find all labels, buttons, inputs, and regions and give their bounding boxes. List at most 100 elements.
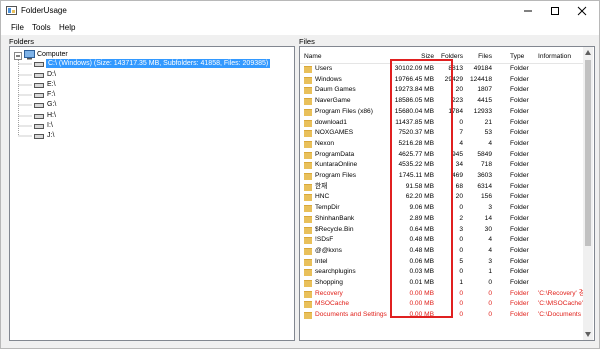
folder-icon (304, 66, 312, 73)
cell-files: 718 (480, 161, 492, 169)
tree-node-drive-g[interactable]: G:\ (47, 100, 56, 109)
cell-files: 4415 (477, 97, 492, 105)
menu-tools[interactable]: Tools (32, 23, 51, 32)
folder-icon (304, 87, 312, 95)
tree-node-drive-h[interactable]: H:\ (47, 111, 56, 120)
folder-icon (304, 215, 312, 223)
column-header-information[interactable]: Information (538, 53, 571, 60)
cell-name: MSOCache (315, 300, 350, 308)
cell-type: Folder (510, 236, 529, 244)
cell-name: @@kxns (315, 246, 342, 254)
cell-files: 53 (484, 129, 492, 137)
cell-name: NaverGame (315, 97, 351, 105)
cell-name: Program Files (315, 172, 357, 179)
cell-files: 5849 (477, 150, 492, 158)
cell-type: Folder (510, 86, 529, 94)
cell-name: Shopping (315, 279, 343, 286)
folder-icon (304, 194, 312, 202)
close-icon (577, 6, 586, 16)
folder-icon (304, 183, 312, 191)
cell-name: NOXGAMES (315, 129, 354, 137)
folder-icon (304, 119, 312, 127)
cell-folders: 0 (459, 268, 463, 276)
cell-folders: 3 (459, 225, 463, 233)
menu-file[interactable]: File (11, 23, 24, 32)
cell-files: 30 (484, 225, 492, 233)
cell-name: Program Files (x86) (315, 107, 373, 115)
cell-type: Folder (510, 268, 529, 276)
cell-folders: 223 (451, 97, 463, 105)
tree-node-drive-f[interactable]: F:\ (47, 90, 55, 99)
cell-folders: 0 (459, 311, 463, 319)
folder-icon (304, 98, 312, 106)
folder-icon (304, 312, 312, 320)
cell-type: Folder (510, 118, 529, 126)
cell-folders: 68 (455, 182, 463, 190)
cell-type: Folder (510, 161, 529, 169)
folder-icon (304, 173, 312, 180)
cell-files: 3 (488, 204, 492, 212)
window-title: FolderUsage (21, 6, 67, 15)
cell-information: 'C:\Recovery' 경 (538, 289, 583, 297)
size-column-highlight (390, 59, 453, 318)
cell-files: 49184 (473, 65, 492, 72)
cell-name: HNC (315, 193, 330, 201)
cell-folders: 945 (451, 150, 463, 158)
folder-icon (304, 280, 312, 287)
tree-node-drive-e[interactable]: E:\ (47, 80, 56, 89)
cell-files: 1807 (477, 86, 492, 94)
cell-type: Folder (510, 150, 529, 158)
folder-tree[interactable]: Computer C:\ (Windows) (Size: 143717.35 … (9, 46, 295, 341)
cell-name: Documents and Settings (315, 311, 387, 319)
app-icon (6, 6, 17, 15)
cell-type: Folder (510, 246, 529, 254)
cell-type: Folder (510, 65, 529, 72)
menu-help[interactable]: Help (59, 23, 75, 32)
cell-name: Daum Games (315, 86, 356, 94)
cell-files: 4 (488, 246, 492, 254)
cell-name: searchplugins (315, 268, 356, 276)
cell-type: Folder (510, 225, 529, 233)
cell-type: Folder (510, 311, 529, 319)
cell-folders: 469 (451, 172, 463, 179)
cell-type: Folder (510, 289, 529, 297)
scrollbar-thumb[interactable] (585, 60, 591, 246)
column-header-type[interactable]: Type (510, 53, 524, 60)
maximize-button[interactable] (541, 1, 568, 21)
drive-icon (34, 62, 44, 67)
folder-icon (304, 162, 312, 170)
cell-folders: 4 (459, 139, 463, 147)
folder-icon (304, 301, 312, 309)
tree-node-drive-c[interactable]: C:\ (Windows) (Size: 143717.35 MB, Subfo… (46, 59, 271, 68)
cell-files: 12933 (473, 107, 492, 115)
cell-type: Folder (510, 204, 529, 212)
vertical-scrollbar[interactable] (583, 47, 593, 340)
collapse-icon[interactable] (14, 52, 22, 60)
cell-type: Folder (510, 172, 529, 179)
drive-icon (34, 103, 44, 108)
folders-pane-label: Folders (9, 37, 35, 46)
column-header-files[interactable]: Files (478, 53, 492, 60)
cell-name: KuntaraOnline (315, 161, 358, 169)
tree-node-drive-j[interactable]: J:\ (47, 131, 54, 140)
scroll-up-icon[interactable] (585, 50, 591, 55)
cell-type: Folder (510, 214, 529, 222)
close-button[interactable] (568, 1, 595, 21)
maximize-icon (550, 7, 559, 15)
cell-folders: 0 (459, 289, 463, 297)
cell-files: 124418 (469, 75, 492, 83)
folder-icon (304, 140, 312, 148)
column-header-name[interactable]: Name (304, 53, 322, 60)
cell-name: Intel (315, 257, 328, 265)
cell-information: 'C:\Documents a (538, 311, 583, 319)
tree-node-drive-d[interactable]: D:\ (47, 70, 56, 79)
folder-icon (304, 130, 312, 138)
tree-node-computer[interactable]: Computer (37, 50, 68, 59)
app-window: FolderUsage File Tools Help Folders File… (0, 0, 600, 349)
tree-node-drive-i[interactable]: I:\ (47, 121, 53, 130)
cell-name: Windows (315, 75, 342, 83)
minimize-button[interactable] (514, 1, 541, 21)
scroll-down-icon[interactable] (585, 332, 591, 337)
cell-name: $Recycle.Bin (315, 225, 354, 233)
cell-files: 6314 (477, 182, 492, 190)
